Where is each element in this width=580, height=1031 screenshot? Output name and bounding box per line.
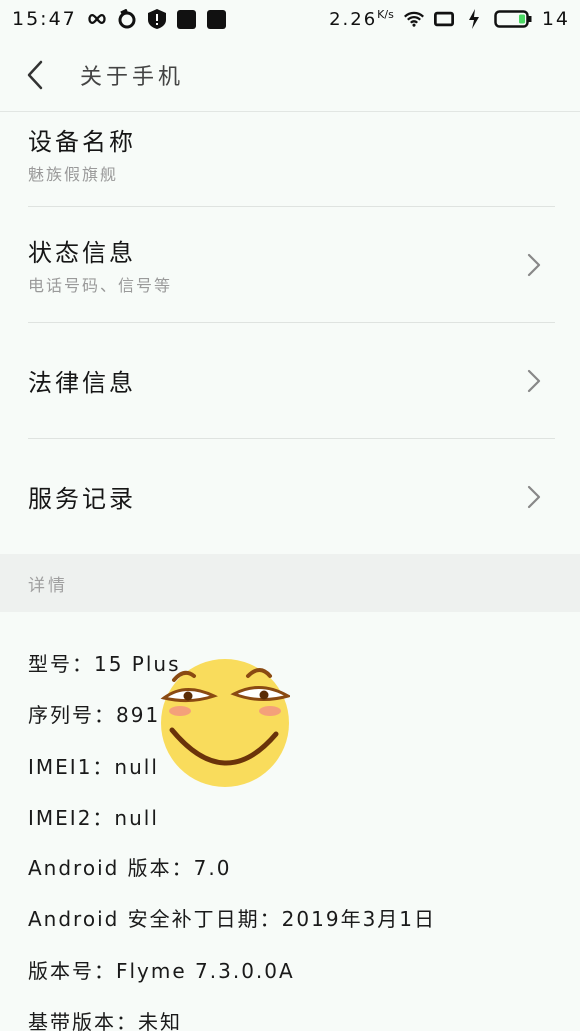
- chevron-right-icon: [522, 482, 546, 512]
- status-info-item[interactable]: 状态信息 电话号码、信号等: [0, 207, 580, 322]
- mail-icon: [207, 9, 227, 29]
- page-title: 关于手机: [80, 64, 185, 90]
- security-patch-info: Android 安全补丁日期：2019年3月1日: [28, 907, 437, 931]
- wifi-icon: [403, 9, 424, 29]
- device-name-item[interactable]: 设备名称 魅族假旗舰: [0, 113, 580, 206]
- chevron-left-icon: [27, 60, 43, 89]
- android-version-info: Android 版本：7.0: [28, 856, 232, 880]
- legal-info-item[interactable]: 法律信息: [0, 323, 580, 438]
- smirk-emoji-sticker: [160, 658, 292, 788]
- status-bar-left: 15:47: [12, 8, 227, 30]
- status-bar-right: 2.26K/s 14: [329, 8, 570, 30]
- back-button[interactable]: [0, 38, 70, 112]
- imei2-info: IMEI2：null: [28, 806, 159, 830]
- device-name-value: 魅族假旗舰: [28, 165, 119, 184]
- status-bar: 15:47 2.26K/s 14: [0, 0, 580, 38]
- battery-level: 14: [541, 8, 570, 30]
- serial-number-info: 序列号：891: [28, 703, 161, 727]
- qq-icon: [177, 9, 197, 29]
- title-bar: 关于手机: [0, 38, 580, 112]
- infinity-icon: [87, 9, 107, 29]
- legal-info-title: 法律信息: [28, 369, 136, 397]
- shield-icon: [147, 9, 167, 29]
- status-info-title: 状态信息: [28, 239, 136, 267]
- baseband-version-info: 基带版本：未知: [28, 1010, 182, 1031]
- screen-icon: [433, 9, 454, 29]
- service-record-item[interactable]: 服务记录: [0, 439, 580, 554]
- chevron-right-icon: [522, 250, 546, 280]
- device-name-title: 设备名称: [28, 128, 136, 156]
- chevron-right-icon: [522, 366, 546, 396]
- status-info-subtitle: 电话号码、信号等: [28, 276, 173, 295]
- network-speed: 2.26K/s: [329, 8, 394, 30]
- service-record-title: 服务记录: [28, 485, 136, 513]
- model-info: 型号：15 Plus: [28, 652, 181, 676]
- sync-icon: [117, 9, 137, 29]
- charging-icon: [464, 9, 484, 29]
- build-number-info: 版本号：Flyme 7.3.0.0A: [28, 959, 295, 983]
- details-section-header: 详情: [0, 554, 580, 612]
- imei1-info: IMEI1：null: [28, 755, 159, 779]
- status-time: 15:47: [12, 8, 77, 30]
- details-section-label: 详情: [28, 575, 68, 596]
- battery-icon: [494, 9, 532, 29]
